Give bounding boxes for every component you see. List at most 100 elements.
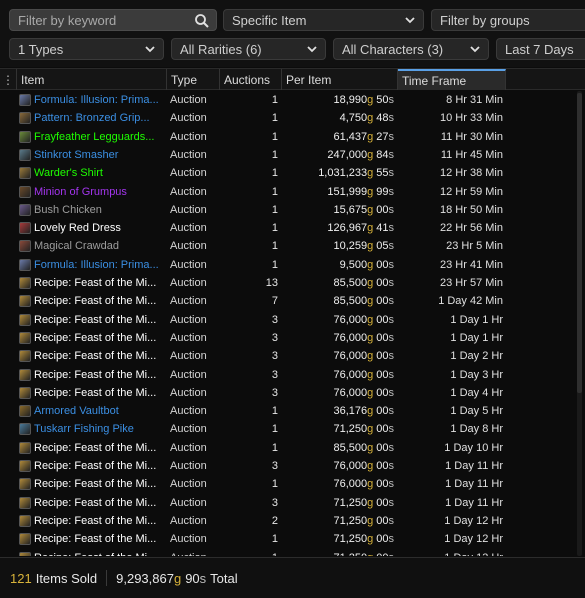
item-name[interactable]: Recipe: Feast of the Mi... bbox=[34, 530, 164, 548]
gold-icon: g bbox=[367, 295, 374, 308]
column-header-type[interactable]: Type bbox=[167, 69, 220, 90]
table-row[interactable]: Recipe: Feast of the Mi...Auction171,250… bbox=[0, 530, 585, 548]
item-name[interactable]: Recipe: Feast of the Mi... bbox=[34, 311, 164, 329]
item-name[interactable]: Recipe: Feast of the Mi... bbox=[34, 512, 164, 530]
price-silver: 00 bbox=[376, 277, 389, 289]
item-name[interactable]: Lovely Red Dress bbox=[34, 219, 164, 237]
item-name[interactable]: Formula: Illusion: Prima... bbox=[34, 256, 164, 274]
time-frame: 1 Day 3 Hr bbox=[450, 368, 503, 381]
table-row[interactable]: Lovely Red Dress Auction 1 126,967 g 41 s 22 Hr… bbox=[0, 219, 585, 237]
table-row[interactable]: Recipe: Feast of the Mi... Auction 3 76,000… bbox=[0, 366, 585, 384]
per-item-price: 126,967 g 41 s bbox=[284, 219, 394, 237]
item-type: Auction bbox=[170, 533, 207, 546]
table-row[interactable]: Formula: Illusion: Prima... Auction 1 18,99… bbox=[0, 91, 585, 109]
gold-icon: g bbox=[367, 258, 374, 271]
table-row[interactable]: Frayfeather Legguards... Auction 1 61,437 g 2… bbox=[0, 128, 585, 146]
item-name[interactable]: Bush Chicken bbox=[34, 201, 164, 219]
item-name[interactable]: Magical Crawdad bbox=[34, 237, 164, 255]
total-silver-value: 90 bbox=[185, 570, 200, 586]
table-row[interactable]: Recipe: Feast of the Mi... Auction 3 76,000… bbox=[0, 347, 585, 365]
auction-count: 1 bbox=[271, 478, 278, 491]
auction-count: 1 bbox=[271, 203, 278, 216]
item-name[interactable]: Minion of Grumpus bbox=[34, 183, 164, 201]
search-icon[interactable] bbox=[194, 13, 210, 29]
table-row[interactable]: Armored Vaultbot Auction 1 36,176 g 00 s 1 Day … bbox=[0, 402, 585, 420]
item-type: Auction bbox=[170, 514, 207, 527]
per-item-price: 71,250g00s bbox=[284, 512, 394, 530]
item-name[interactable]: Formula: Illusion: Prima... bbox=[34, 91, 164, 109]
column-header-per-item[interactable]: Per Item bbox=[282, 69, 398, 90]
item-name[interactable]: Frayfeather Legguards... bbox=[34, 128, 164, 146]
rarities-dropdown[interactable]: All Rarities (6) bbox=[171, 38, 326, 60]
types-dropdown[interactable]: 1 Types bbox=[9, 38, 164, 60]
table-row[interactable]: Recipe: Feast of the Mi... Auction 3 76,000… bbox=[0, 311, 585, 329]
silver-icon: s bbox=[388, 203, 395, 216]
item-name[interactable]: Recipe: Feast of the Mi... bbox=[34, 457, 164, 475]
gold-icon: g bbox=[173, 570, 182, 586]
table-row[interactable]: Recipe: Feast of the Mi... Auction 3 76,000… bbox=[0, 384, 585, 402]
table-row[interactable]: Recipe: Feast of the Mi... Auction 1 76,000… bbox=[0, 475, 585, 493]
table-row[interactable]: Recipe: Feast of the Mi... Auction 3 71,250… bbox=[0, 494, 585, 512]
gold-icon: g bbox=[367, 185, 374, 198]
item-name[interactable]: Tuskarr Fishing Pike bbox=[34, 420, 164, 438]
table-row[interactable]: Formula: Illusion: Prima... Auction 1 9,500… bbox=[0, 256, 585, 274]
table-row[interactable]: Recipe: Feast of the Mi... Auction 13 85,50… bbox=[0, 274, 585, 292]
item-name[interactable]: Stinkrot Smasher bbox=[34, 146, 164, 164]
item-name[interactable]: Recipe: Feast of the Mi... bbox=[34, 347, 164, 365]
price-silver: 05 bbox=[376, 240, 389, 253]
search-input[interactable] bbox=[18, 12, 188, 28]
table-row[interactable]: Recipe: Feast of the Mi... Auction 7 85,500… bbox=[0, 292, 585, 310]
table-row[interactable]: Magical Crawdad Auction 1 10,259 g 05 s 23 Hr 5… bbox=[0, 237, 585, 255]
item-name[interactable]: Warder's Shirt bbox=[34, 164, 164, 182]
column-menu-icon[interactable]: ⋮ bbox=[0, 69, 17, 90]
table-row[interactable]: Tuskarr Fishing Pike Auction 1 71,250 g 00 s 1 … bbox=[0, 420, 585, 438]
item-name[interactable]: Pattern: Bronzed Grip... bbox=[34, 109, 164, 127]
item-name[interactable]: Armored Vaultbot bbox=[34, 402, 164, 420]
item-name[interactable]: Recipe: Feast of the Mi... bbox=[34, 366, 164, 384]
table-row[interactable]: Bush Chicken Auction 1 15,675 g 00 s 18 Hr 50 M… bbox=[0, 201, 585, 219]
timeframe-value: Last 7 Days bbox=[505, 41, 574, 57]
item-name[interactable]: Recipe: Feast of the Mi... bbox=[34, 292, 164, 310]
item-name[interactable]: Recipe: Feast of the Mi... bbox=[34, 329, 164, 347]
table-row[interactable]: Warder's Shirt Auction 1 1,031,233 g 55 s 12 Hr… bbox=[0, 164, 585, 182]
characters-dropdown[interactable]: All Characters (3) bbox=[333, 38, 489, 60]
item-name[interactable]: Recipe: Feast of the Mi... bbox=[34, 475, 164, 493]
per-item-price: 247,000 g 84 s bbox=[284, 146, 394, 164]
table-row[interactable]: Recipe: Feast of the Mi... Auction 3 76,000… bbox=[0, 457, 585, 475]
timeframe-dropdown[interactable]: Last 7 Days bbox=[496, 38, 585, 60]
item-mode-dropdown[interactable]: Specific Item bbox=[223, 9, 424, 31]
search-box[interactable] bbox=[9, 9, 217, 31]
item-name[interactable]: Recipe: Feast of the Mi... bbox=[34, 494, 164, 512]
item-name[interactable]: Recipe: Feast of the Mi... bbox=[34, 439, 164, 457]
price-gold: 85,500 bbox=[333, 295, 368, 308]
table-row[interactable]: Recipe: Feast of the Mi... Auction 1 85,500… bbox=[0, 439, 585, 457]
groups-filter-dropdown[interactable]: Filter by groups bbox=[431, 9, 585, 31]
table-row[interactable]: Minion of Grumpus Auction 1 151,999 g 99 s 12 H… bbox=[0, 183, 585, 201]
price-gold: 76,000 bbox=[333, 331, 368, 344]
silver-icon: s bbox=[388, 368, 395, 381]
column-header-time-frame[interactable]: Time Frame bbox=[398, 69, 506, 90]
table-row[interactable]: Recipe: Feast of the Mi... Auction 2 71,250… bbox=[0, 512, 585, 530]
table-row[interactable]: Stinkrot Smasher Auction 1 247,000 g 84 s 11 Hr… bbox=[0, 146, 585, 164]
table-row[interactable]: Pattern: Bronzed Grip... Auction 1 4,750 g 48… bbox=[0, 109, 585, 127]
time-frame: 1 Day 11 Hr bbox=[445, 496, 503, 509]
per-item-price: 18,990 g 50 s bbox=[284, 91, 394, 109]
chevron-down-icon bbox=[303, 40, 321, 58]
time-frame: 12 Hr 38 Min bbox=[440, 167, 503, 180]
item-name[interactable]: Recipe: Feast of the Mi... bbox=[34, 274, 164, 292]
item-name[interactable]: Recipe: Feast of the Mi... bbox=[34, 549, 164, 557]
price-silver: 27 bbox=[376, 130, 389, 143]
table-row[interactable]: Recipe: Feast of the Mi... Auction 3 76,000… bbox=[0, 329, 585, 347]
per-item-price: 85,500 g 00 s bbox=[284, 274, 394, 292]
silver-icon: s bbox=[388, 148, 395, 161]
scrollbar[interactable] bbox=[576, 91, 583, 556]
item-name[interactable]: Recipe: Feast of the Mi... bbox=[34, 384, 164, 402]
auction-count: 3 bbox=[271, 313, 278, 326]
per-item-price: 71,250g00s bbox=[284, 549, 394, 557]
item-mode-value: Specific Item bbox=[232, 12, 307, 28]
table-row[interactable]: Recipe: Feast of the Mi...Auction171,250… bbox=[0, 549, 585, 557]
column-header-auctions[interactable]: Auctions bbox=[220, 69, 282, 90]
item-icon bbox=[19, 313, 31, 326]
time-frame: 11 Hr 30 Min bbox=[440, 130, 503, 143]
column-header-item[interactable]: Item bbox=[17, 69, 167, 90]
